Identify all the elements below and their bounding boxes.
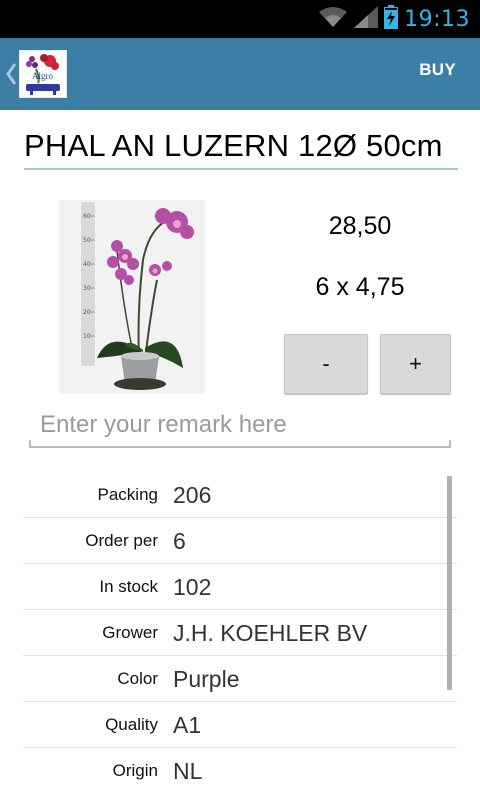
- detail-label: Quality: [105, 715, 158, 734]
- detail-label: Color: [117, 669, 158, 688]
- battery-charging-icon: [384, 5, 399, 33]
- app-logo[interactable]: Algro: [19, 50, 67, 98]
- action-bar: Algro BUY: [0, 38, 480, 110]
- detail-row-in-stock: In stock 102: [23, 564, 457, 610]
- detail-row-color: Color Purple: [23, 656, 457, 702]
- ruler-label: 60: [83, 213, 91, 220]
- ruler-label: 20: [83, 309, 91, 316]
- ruler-label: 30: [83, 285, 91, 292]
- decrease-quantity-button[interactable]: -: [284, 334, 368, 394]
- ruler-label: 50: [83, 237, 91, 244]
- detail-value: 102: [173, 574, 212, 600]
- detail-row-packing: Packing 206: [23, 472, 457, 518]
- detail-row-origin: Origin NL: [23, 748, 457, 794]
- remark-underline: [29, 446, 451, 448]
- product-title: PHAL AN LUZERN 12Ø 50cm: [24, 128, 443, 163]
- detail-value: 206: [173, 482, 212, 508]
- signal-icon: [354, 6, 379, 32]
- detail-label: Packing: [97, 485, 158, 504]
- detail-value: NL: [173, 758, 203, 784]
- increase-quantity-button[interactable]: +: [380, 334, 451, 394]
- detail-label: In stock: [99, 577, 158, 596]
- detail-row-grower: Grower J.H. KOEHLER BV: [23, 610, 457, 656]
- status-icons: 19:13: [318, 0, 470, 38]
- detail-value: J.H. KOEHLER BV: [173, 620, 368, 646]
- product-details-list: Packing 206 Order per 6 In stock 102 Gro…: [23, 472, 457, 794]
- product-photo[interactable]: 60 50 40 30 20 10: [59, 200, 205, 394]
- remark-input[interactable]: [30, 404, 451, 446]
- remark-underline-left-tick: [29, 440, 31, 448]
- orchid-photo-image: 60 50 40 30 20 10: [59, 200, 205, 394]
- orchid-logo-icon: Algro: [26, 54, 60, 95]
- buy-button[interactable]: BUY: [419, 60, 456, 80]
- wifi-icon: [318, 6, 348, 32]
- detail-row-order-per: Order per 6: [23, 518, 457, 564]
- back-chevron-icon[interactable]: [4, 60, 18, 88]
- title-divider: [24, 168, 458, 170]
- product-price: 28,50: [328, 212, 392, 240]
- status-bar: 19:13: [0, 0, 480, 38]
- logo-text: Algro: [32, 71, 53, 81]
- ruler-label: 40: [83, 261, 91, 268]
- detail-row-quality: Quality A1: [23, 702, 457, 748]
- detail-value: 6: [173, 528, 186, 554]
- details-scrollbar[interactable]: [447, 476, 452, 690]
- detail-label: Grower: [102, 623, 158, 642]
- detail-label: Origin: [112, 761, 158, 780]
- status-time: 19:13: [404, 6, 470, 32]
- ruler-label: 10: [83, 333, 91, 340]
- remark-underline-right-tick: [449, 440, 451, 448]
- detail-value: Purple: [173, 666, 240, 692]
- pack-price: 6 x 4,75: [315, 273, 405, 301]
- detail-value: A1: [173, 712, 202, 738]
- detail-label: Order per: [85, 531, 158, 550]
